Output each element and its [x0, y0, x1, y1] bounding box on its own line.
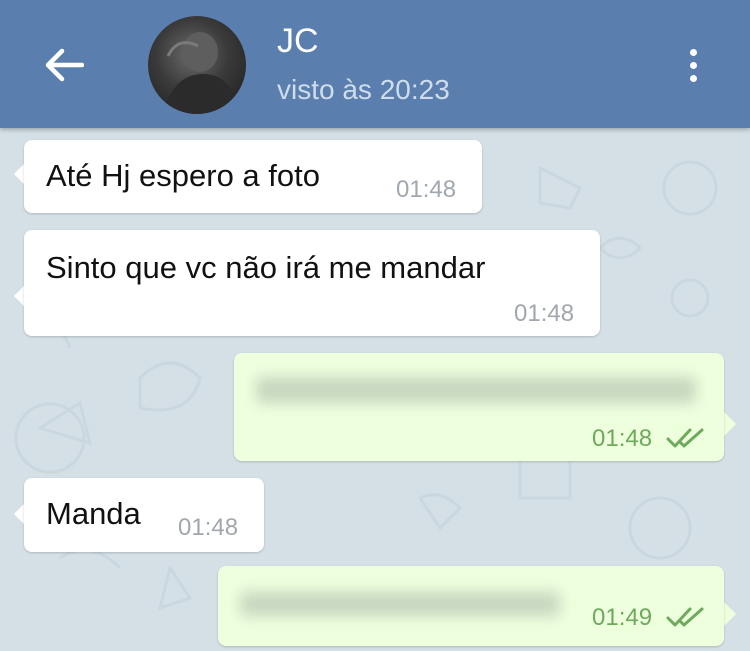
- more-vertical-icon: [689, 48, 697, 56]
- message-bubble-incoming[interactable]: Até Hj espero a foto 01:48: [24, 140, 482, 213]
- message-text: Até Hj espero a foto: [46, 158, 320, 193]
- avatar-photo-icon: [163, 32, 238, 114]
- redacted-message-text: [240, 588, 580, 618]
- message-bubble-outgoing[interactable]: 01:49: [218, 566, 724, 646]
- menu-button[interactable]: [678, 36, 708, 94]
- message-time: 01:48: [592, 425, 653, 452]
- message-text: Manda: [46, 496, 141, 531]
- back-button[interactable]: [36, 40, 92, 90]
- message-time: 01:48: [514, 300, 575, 327]
- chat-header: JC visto às 20:23: [0, 0, 750, 128]
- message-bubble-incoming[interactable]: Sinto que vc não irá me mandar 01:48: [24, 230, 600, 336]
- double-check-icon: [666, 607, 704, 627]
- bubble-tail: [722, 600, 736, 628]
- double-check-icon: [666, 428, 704, 448]
- avatar[interactable]: [148, 16, 246, 114]
- arrow-left-icon: [45, 48, 84, 82]
- message-time: 01:49: [592, 604, 653, 631]
- message-bubble-outgoing[interactable]: 01:48: [234, 353, 724, 461]
- redacted-message-text: [256, 375, 696, 411]
- last-seen-status: visto às 20:23: [277, 74, 450, 105]
- contact-name[interactable]: JC: [277, 22, 319, 61]
- message-text: Sinto que vc não irá me mandar: [46, 250, 486, 285]
- message-time: 01:48: [178, 514, 239, 541]
- bubble-tail: [722, 410, 736, 438]
- message-bubble-incoming[interactable]: Manda 01:48: [24, 478, 264, 552]
- message-time: 01:48: [396, 176, 457, 203]
- more-vertical-icon-dot: [689, 74, 697, 82]
- more-vertical-icon-dot: [689, 61, 697, 69]
